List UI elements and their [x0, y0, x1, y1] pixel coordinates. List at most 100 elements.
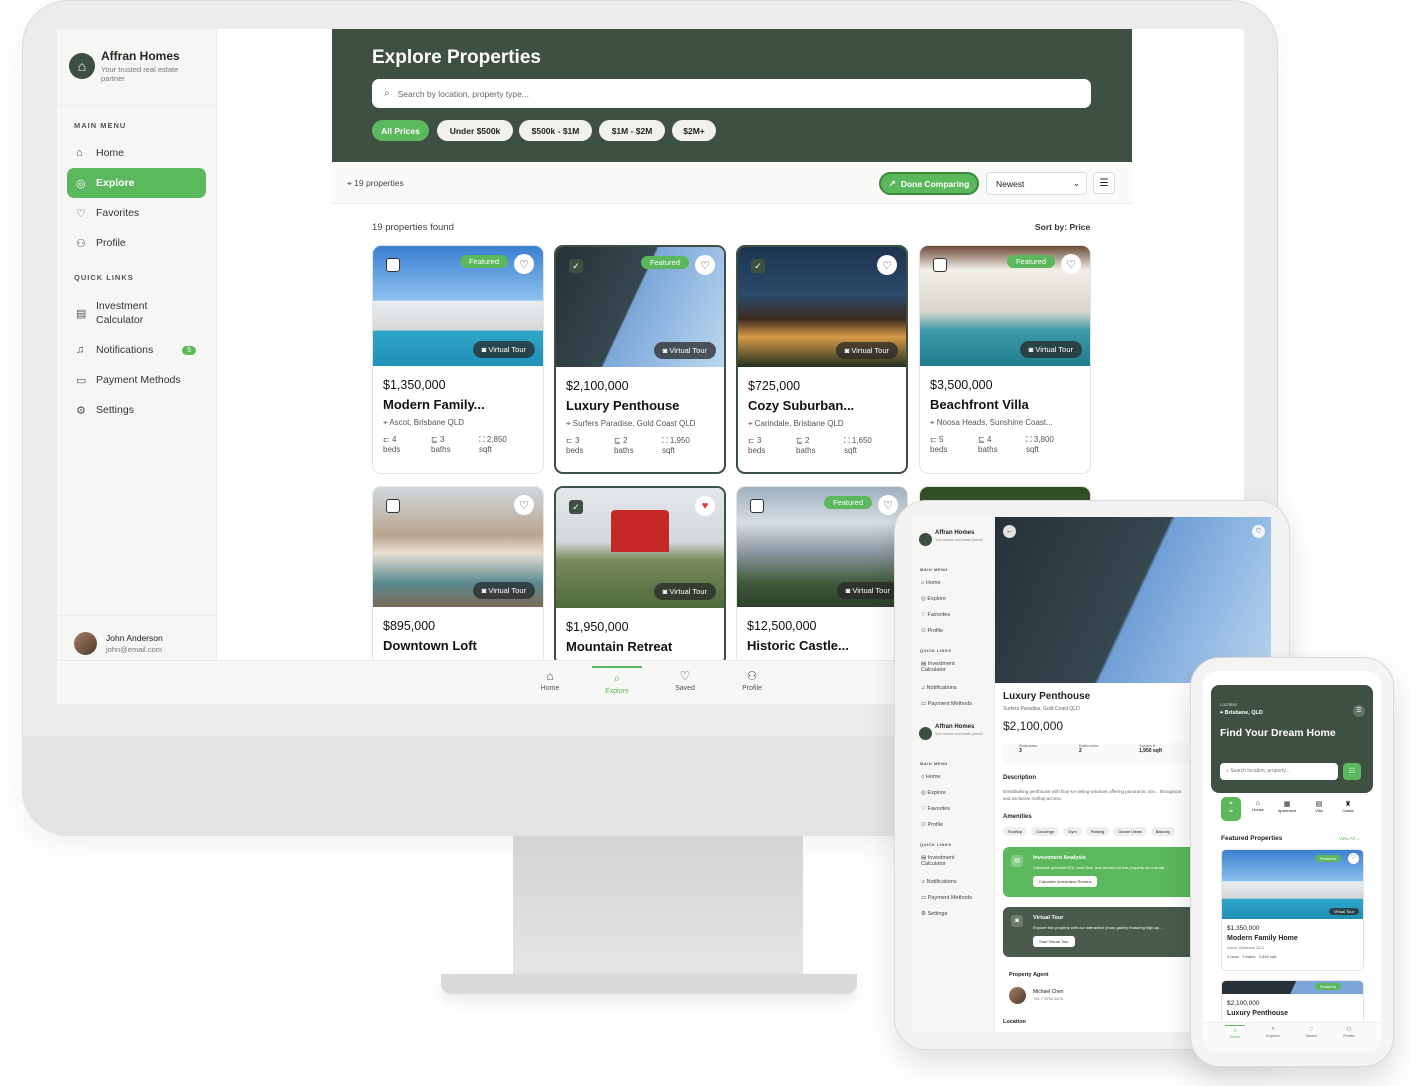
property-stats: ⊏ 3 beds ⊑ 2 baths ⛶ 1,950 sqft [566, 436, 724, 455]
tablet-nav-investment-calculator[interactable]: ▤ Investment Calculator [921, 661, 971, 673]
virtual-tour-badge[interactable]: ◙ Virtual Tour [472, 582, 535, 599]
property-card[interactable]: ✓ ♡ ◙ Virtual Tour $725,000 Cozy Suburba… [736, 245, 908, 474]
category-apartment[interactable]: ▦ Apartment [1273, 797, 1301, 821]
credit-card-icon: ▭ [76, 374, 87, 387]
sidebar-item-explore[interactable]: ◎ Explore [67, 168, 206, 198]
user-profile[interactable]: John Anderson john@email.com [57, 615, 217, 660]
bottom-nav-profile[interactable]: ⚇ Profile [727, 669, 777, 692]
compare-checkbox-checked[interactable]: ✓ [751, 259, 765, 273]
virtual-tour-badge[interactable]: ◙ Virtual Tour [472, 341, 535, 358]
search-input[interactable]: ⌕ Search by location, property type... [372, 79, 1091, 108]
compare-checkbox[interactable] [386, 499, 400, 513]
heart-icon[interactable]: ♡ [1348, 853, 1359, 864]
property-card[interactable]: ✓ Featured ♡ ◙ Virtual Tour $2,100,000 L… [554, 245, 726, 474]
beds-stat: ⊏ 5 beds [930, 435, 948, 454]
featured-card[interactable]: Featured ♡ Virtual Tour $1,350,000 Moder… [1221, 849, 1364, 971]
compare-checkbox[interactable] [750, 499, 764, 513]
apartment-icon: ▦ [1283, 801, 1291, 808]
category-castle[interactable]: ♜ Castle [1337, 797, 1359, 821]
tablet-nav-payment-methods[interactable]: ▭ Payment Methods [921, 895, 972, 901]
back-arrow-icon[interactable]: ← [1003, 525, 1016, 538]
category-house[interactable]: ⌂ House [1247, 797, 1269, 821]
bottom-nav-explore[interactable]: ⌕ Explore [592, 666, 642, 695]
tablet-nav-home[interactable]: ⌂ Home [921, 774, 941, 780]
phone-nav-saved[interactable]: ♡ Saved [1301, 1026, 1321, 1038]
sidebar-item-profile[interactable]: ⚇ Profile [67, 228, 206, 258]
start-virtual-tour-button[interactable]: Start Virtual Tour [1033, 936, 1075, 947]
location-pin-icon: ⌖ [1229, 800, 1233, 807]
sort-select[interactable]: Newest ⌄ [986, 172, 1087, 195]
filter-2m-plus[interactable]: $2M+ [672, 120, 716, 141]
favorite-heart-filled-icon[interactable]: ♥ [695, 496, 715, 516]
monitor-base [441, 974, 857, 994]
virtual-tour-badge[interactable]: ◙ Virtual Tour [653, 342, 716, 359]
virtual-tour-badge[interactable]: ◙ Virtual Tour [836, 582, 899, 599]
tablet-nav-payment-methods[interactable]: ▭ Payment Methods [921, 701, 972, 707]
compare-checkbox[interactable] [386, 258, 400, 272]
filter-all-prices[interactable]: All Prices [372, 120, 429, 141]
tablet-nav-favorites[interactable]: ♡ Favorites [921, 806, 950, 812]
calculate-returns-button[interactable]: Calculate Investment Returns [1033, 876, 1098, 887]
sidebar-item-home[interactable]: ⌂ Home [67, 138, 206, 168]
category-all[interactable]: ⌖ All [1221, 797, 1241, 821]
sidebar-item-payment-methods[interactable]: ▭ Payment Methods [67, 365, 206, 395]
property-price: $2,100,000 [1227, 1000, 1260, 1007]
virtual-tour-badge[interactable]: ◙ Virtual Tour [1019, 341, 1082, 358]
tablet-nav-notifications[interactable]: ♫ Notifications [921, 879, 957, 885]
view-all-link[interactable]: View All → [1339, 836, 1360, 841]
filter-500k-1m[interactable]: $500k - $1M [519, 120, 592, 141]
search-input[interactable]: ⌕ Search location, property... [1220, 763, 1338, 780]
favorite-heart-icon[interactable]: ♡ [514, 495, 534, 515]
property-card[interactable]: Featured ♡ ◙ Virtual Tour $1,350,000 Mod… [372, 245, 544, 474]
sidebar-item-investment-calculator[interactable]: ▤ Investment Calculator [67, 295, 206, 331]
virtual-tour-badge[interactable]: ◙ Virtual Tour [653, 583, 716, 600]
tablet-nav-investment-calculator[interactable]: ▤ Investment Calculator [921, 855, 971, 867]
property-card[interactable]: ♡ ◙ Virtual Tour $895,000 Downtown Loft [372, 486, 544, 666]
bottom-nav-saved[interactable]: ♡ Saved [660, 669, 710, 692]
favorite-heart-icon[interactable]: ♡ [1061, 254, 1081, 274]
user-icon: ⚇ [1346, 1027, 1352, 1033]
property-photo: Featured ♡ ◙ Virtual Tour [737, 487, 907, 607]
tablet-nav-profile[interactable]: ⚇ Profile [921, 628, 943, 634]
menu-icon[interactable]: ☰ [1353, 705, 1365, 717]
filter-settings-button[interactable]: ☰ [1093, 172, 1115, 194]
compare-checkbox-checked[interactable]: ✓ [569, 500, 583, 514]
current-location: ⌖ Brisbane, QLD [1220, 710, 1263, 716]
property-location: ⌖ Carindale, Brisbane QLD [748, 419, 844, 428]
tablet-nav-favorites[interactable]: ♡ Favorites [921, 612, 950, 618]
main-menu-label: MAIN MENU [920, 567, 948, 572]
bedrooms-stat: Bedrooms 3 [1019, 743, 1038, 754]
tablet-nav-explore[interactable]: ◎ Explore [921, 790, 946, 796]
filter-under-500k[interactable]: Under $500k [437, 120, 513, 141]
favorite-heart-icon[interactable]: ♡ [878, 495, 898, 515]
property-location: Ascot, Brisbane QLD [1227, 945, 1265, 950]
done-comparing-button[interactable]: ↗ Done Comparing [879, 172, 979, 195]
category-villa[interactable]: ▤ Villa [1309, 797, 1329, 821]
tablet-nav-settings[interactable]: ⚙ Settings [921, 911, 947, 917]
tablet-nav-profile[interactable]: ⚇ Profile [921, 822, 943, 828]
filter-button[interactable]: ☷ [1343, 763, 1361, 780]
sidebar-item-notifications[interactable]: ♫ Notifications 5 [67, 335, 206, 365]
sidebar-item-settings[interactable]: ⚙ Settings [67, 395, 206, 425]
tablet-nav-explore[interactable]: ◎ Explore [921, 596, 946, 602]
property-card[interactable]: Featured ♡ ◙ Virtual Tour $12,500,000 Hi… [736, 486, 908, 666]
filter-1m-2m[interactable]: $1M - $2M [599, 120, 665, 141]
property-card[interactable]: ✓ ♥ ◙ Virtual Tour $1,950,000 Mountain R… [554, 486, 726, 666]
favorite-heart-icon[interactable]: ♡ [877, 255, 897, 275]
tablet-nav-notifications[interactable]: ♫ Notifications [921, 685, 957, 691]
compare-checkbox-checked[interactable]: ✓ [569, 259, 583, 273]
property-card[interactable]: Featured ♡ ◙ Virtual Tour $3,500,000 Bea… [919, 245, 1091, 474]
sidebar-item-favorites[interactable]: ♡ Favorites [67, 198, 206, 228]
phone-nav-explore[interactable]: ⌕ Explore [1263, 1026, 1283, 1038]
phone-nav-home[interactable]: ⌂ Home [1225, 1025, 1245, 1039]
favorite-heart-icon[interactable]: ♡ [695, 255, 715, 275]
property-title: Luxury Penthouse [1003, 691, 1091, 702]
compare-checkbox[interactable] [933, 258, 947, 272]
tablet-nav-home[interactable]: ⌂ Home [921, 580, 941, 586]
virtual-tour-badge[interactable]: ◙ Virtual Tour [835, 342, 898, 359]
bottom-nav-home[interactable]: ⌂ Home [525, 669, 575, 692]
heart-icon[interactable]: ♡ [1252, 525, 1265, 538]
favorite-heart-icon[interactable]: ♡ [514, 254, 534, 274]
virtual-tour-badge[interactable]: Virtual Tour [1328, 908, 1359, 915]
phone-nav-profile[interactable]: ⚇ Profile [1339, 1026, 1359, 1038]
